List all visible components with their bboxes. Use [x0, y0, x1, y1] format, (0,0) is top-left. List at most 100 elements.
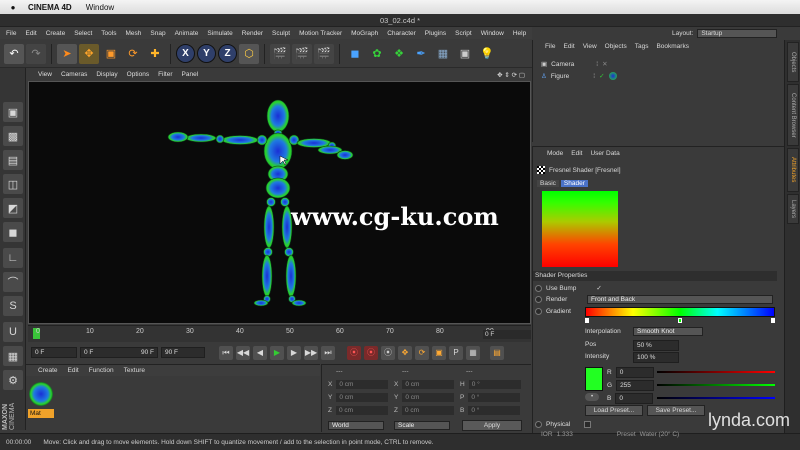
- key-pla-icon[interactable]: ▦: [466, 345, 480, 360]
- app-menu[interactable]: CINEMA 4D: [28, 3, 72, 12]
- physical-checkbox[interactable]: [584, 421, 592, 428]
- cube-icon[interactable]: ◼: [345, 44, 365, 64]
- menu-item[interactable]: File: [6, 30, 16, 37]
- render-anim-icon[interactable]: [535, 296, 542, 303]
- use-bump-anim-icon[interactable]: [535, 284, 542, 292]
- pos-field[interactable]: 50 %: [633, 340, 679, 351]
- viewport-nav-icons[interactable]: ✥ ⇕ ⟳ ▢: [497, 71, 525, 79]
- material-menu-item[interactable]: Edit: [68, 367, 79, 374]
- coordinate-system-icon[interactable]: ⬡: [239, 43, 259, 64]
- menu-item[interactable]: Character: [387, 30, 416, 37]
- frame-range-slider[interactable]: 0 F 90 F: [80, 347, 158, 358]
- g-field[interactable]: 255: [616, 380, 655, 391]
- object-row-figure[interactable]: ♙ Figure ⁞ ✓: [541, 72, 617, 80]
- viewport-menu-item[interactable]: Options: [127, 71, 149, 78]
- select-arrow-icon[interactable]: ➤: [57, 43, 77, 64]
- autokey-icon[interactable]: ⦿: [364, 345, 378, 360]
- light-icon[interactable]: 💡: [477, 44, 497, 64]
- next-key-icon[interactable]: ▶▶: [304, 345, 318, 360]
- material-menu-item[interactable]: Texture: [124, 367, 145, 374]
- menu-item[interactable]: Edit: [25, 30, 36, 37]
- axis-mode-icon[interactable]: ∟: [3, 248, 23, 268]
- menu-item[interactable]: Snap: [150, 30, 165, 37]
- enabled-check-icon[interactable]: ✓: [599, 72, 604, 80]
- axis-x-icon[interactable]: X: [176, 44, 195, 63]
- preset-dropdown[interactable]: Water (20° C): [640, 431, 680, 438]
- redo-icon[interactable]: ↷: [26, 43, 46, 64]
- r-field[interactable]: 0: [615, 367, 654, 378]
- menu-item[interactable]: Mesh: [125, 30, 141, 37]
- coord-value-field[interactable]: 0 °: [468, 406, 521, 415]
- apply-button[interactable]: Apply: [462, 420, 522, 431]
- scene-floor-icon[interactable]: ▦: [433, 44, 453, 64]
- gradient-bar[interactable]: [585, 307, 775, 317]
- tab-layers[interactable]: Layers: [787, 194, 799, 224]
- material-menu-item[interactable]: Create: [38, 367, 58, 374]
- object-menu-item[interactable]: Bookmarks: [656, 43, 689, 50]
- next-frame-icon[interactable]: ▶: [287, 345, 301, 360]
- live-select-icon[interactable]: ✚: [145, 44, 165, 64]
- axis-y-icon[interactable]: Y: [197, 44, 216, 63]
- gradient-anim-icon[interactable]: [535, 308, 542, 315]
- points-mode-icon[interactable]: ◫: [3, 174, 23, 194]
- menu-item[interactable]: Script: [455, 30, 472, 37]
- axis-z-icon[interactable]: Z: [218, 44, 237, 63]
- gradient-knot[interactable]: [678, 318, 682, 323]
- coord-value-field[interactable]: 0 cm: [335, 406, 388, 415]
- coord-value-field[interactable]: 0 °: [468, 380, 521, 389]
- tab-content-browser[interactable]: Content Browser: [787, 84, 799, 146]
- coord-value-field[interactable]: 0 cm: [336, 393, 389, 402]
- rotate-tool-icon[interactable]: ⟳: [123, 44, 143, 64]
- menu-item[interactable]: Tools: [101, 30, 116, 37]
- menu-item[interactable]: Animate: [175, 30, 199, 37]
- max-frame-field[interactable]: 90 F: [161, 347, 205, 358]
- save-preset-button[interactable]: Save Preset...: [647, 405, 705, 416]
- tab-attributes[interactable]: Attributes: [787, 148, 799, 192]
- record-keys-icon[interactable]: ⦿: [347, 345, 361, 360]
- play-icon[interactable]: ▶: [270, 345, 284, 360]
- gradient-knots[interactable]: [585, 318, 775, 324]
- tweak-mode-icon[interactable]: ⌒: [3, 272, 23, 292]
- keyframe-selection-icon[interactable]: ⦿: [381, 345, 395, 360]
- prev-frame-icon[interactable]: ◀: [253, 345, 267, 360]
- ior-field[interactable]: 1.333: [557, 431, 573, 438]
- render-picture-viewer-icon[interactable]: 🎬: [292, 43, 312, 64]
- make-editable-icon[interactable]: ▣: [3, 102, 23, 122]
- interpolation-dropdown[interactable]: Smooth Knot: [633, 327, 703, 336]
- material-name[interactable]: Mat: [28, 409, 54, 418]
- key-rotation-icon[interactable]: ⟳: [415, 345, 429, 360]
- tab-basic[interactable]: Basic: [537, 180, 559, 187]
- object-menu-item[interactable]: Tags: [635, 43, 649, 50]
- viewport-menu-item[interactable]: Panel: [182, 71, 199, 78]
- layout-dropdown[interactable]: Startup: [697, 28, 778, 38]
- edges-mode-icon[interactable]: ◩: [3, 198, 23, 218]
- menu-item[interactable]: Window: [481, 30, 504, 37]
- undo-icon[interactable]: ↶: [4, 43, 24, 64]
- object-menu-item[interactable]: Edit: [563, 43, 574, 50]
- timeline-end-field[interactable]: 0 F: [483, 330, 531, 339]
- viewport-menu-item[interactable]: Filter: [158, 71, 172, 78]
- g-slider[interactable]: [657, 384, 775, 386]
- snapping-icon[interactable]: S: [3, 296, 23, 316]
- coord-value-field[interactable]: 0 cm: [402, 380, 455, 389]
- use-bump-checkbox[interactable]: ✓: [596, 284, 601, 292]
- gradient-knot[interactable]: [585, 318, 589, 323]
- camera-icon[interactable]: ▣: [455, 44, 475, 64]
- material-tag-icon[interactable]: [608, 72, 617, 80]
- tab-objects[interactable]: Objects: [787, 42, 799, 82]
- b-field[interactable]: 0: [615, 393, 654, 404]
- menu-item[interactable]: Render: [242, 30, 263, 37]
- render-settings-icon[interactable]: 🎬: [314, 43, 334, 64]
- polygons-mode-icon[interactable]: ◼: [3, 222, 23, 242]
- attribute-menu-item[interactable]: Edit: [571, 150, 582, 157]
- coord-value-field[interactable]: 0 cm: [401, 406, 454, 415]
- b-slider[interactable]: [657, 397, 775, 399]
- viewport-menu-item[interactable]: Display: [96, 71, 117, 78]
- window-menu[interactable]: Window: [86, 3, 114, 12]
- physical-anim-icon[interactable]: [535, 421, 542, 428]
- gradient-knot[interactable]: [771, 318, 775, 323]
- render-view-icon[interactable]: 🎬: [270, 43, 290, 64]
- render-dropdown[interactable]: Front and Back: [587, 295, 773, 304]
- load-preset-button[interactable]: Load Preset...: [585, 405, 643, 416]
- coord-value-field[interactable]: 0 °: [468, 393, 521, 402]
